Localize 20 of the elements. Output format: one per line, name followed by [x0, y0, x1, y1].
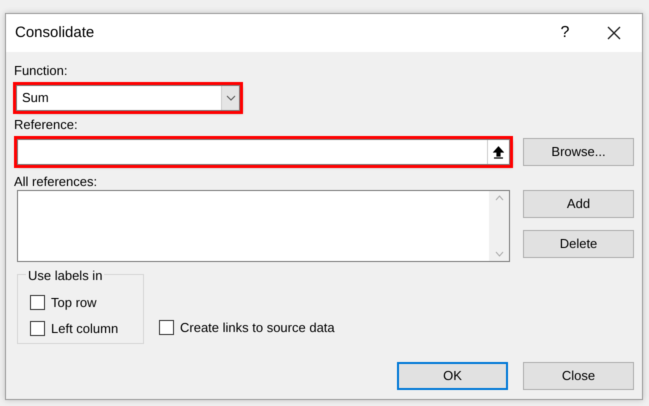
dialog-button[interactable]: Delete — [523, 230, 634, 258]
reference-label: Reference: — [14, 116, 79, 133]
checkbox-label: Left column — [51, 320, 118, 338]
dialog-button[interactable]: Browse... — [523, 138, 634, 166]
checkbox-label: Create links to source data — [180, 318, 335, 336]
reference-field[interactable] — [17, 139, 510, 165]
checkbox[interactable] — [30, 295, 45, 310]
function-dropdown[interactable]: Sum — [16, 85, 240, 111]
help-button[interactable]: ? — [550, 21, 580, 45]
function-label: Function: — [14, 62, 68, 79]
references-list[interactable] — [17, 190, 510, 262]
window-title: Consolidate — [15, 22, 96, 43]
dialog-button[interactable]: Close — [523, 362, 634, 390]
checkbox[interactable] — [30, 320, 45, 336]
dropdown-value: Sum — [21, 89, 50, 108]
dialog-button[interactable]: OK — [397, 362, 508, 390]
all-references-label: All references: — [14, 173, 98, 190]
dialog-button[interactable]: Add — [523, 190, 634, 218]
checkbox-label: Top row — [51, 294, 97, 312]
checkbox[interactable] — [159, 320, 174, 335]
